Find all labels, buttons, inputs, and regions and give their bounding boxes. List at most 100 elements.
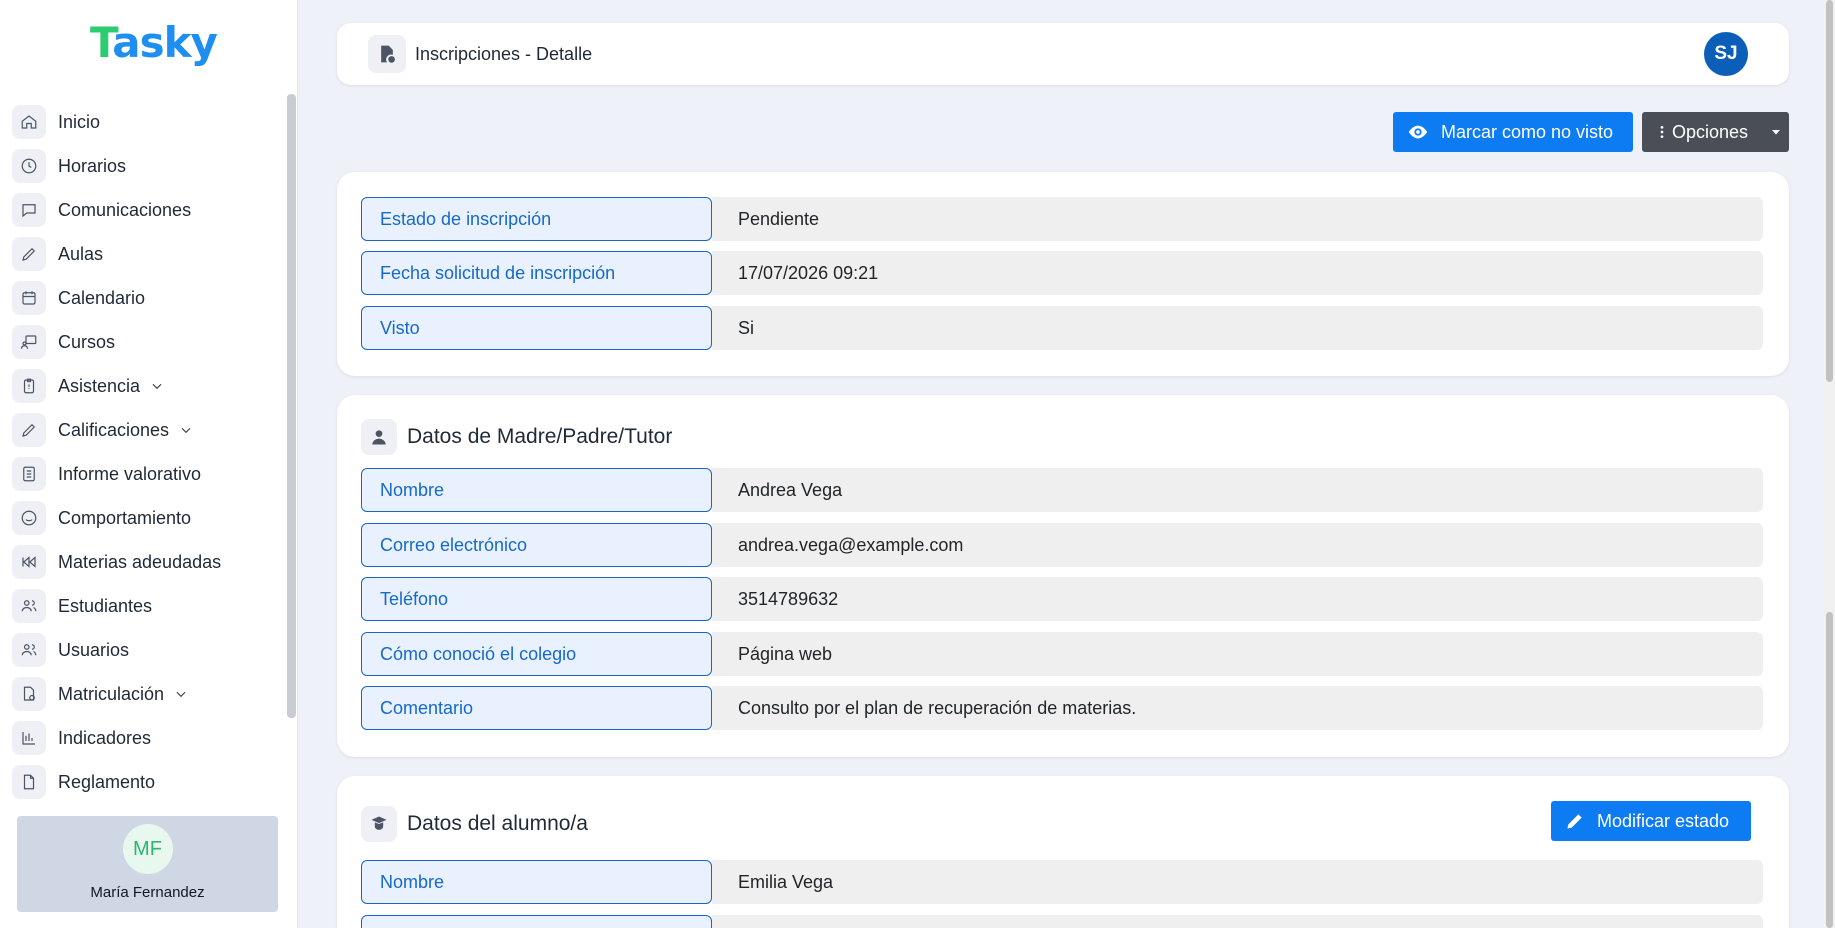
sidebar-item-estudiantes[interactable]: Estudiantes — [0, 584, 286, 628]
scrollbar-thumb[interactable] — [1826, 0, 1833, 382]
tasky-logo[interactable]: Tasky — [90, 18, 218, 67]
row-value: Emilia Vega — [712, 860, 1763, 904]
sidebar-item-inicio[interactable]: Inicio — [0, 100, 286, 144]
row-value: Andrea Vega — [712, 468, 1763, 512]
student-card: Datos del alumno/a Modificar estado Nomb… — [337, 776, 1789, 928]
sidebar-item-calificaciones[interactable]: Calificaciones — [0, 408, 286, 452]
row-label: Comentario — [361, 686, 712, 730]
row-label: Cómo conoció el colegio — [361, 632, 712, 676]
row-label: Correo electrónico — [361, 523, 712, 567]
section-title: Datos de Madre/Padre/Tutor — [407, 425, 673, 448]
row-value: andrea.vega@example.com — [712, 523, 1763, 567]
chat-icon — [12, 193, 46, 227]
detail-row: Fecha solicitud de inscripción 17/07/202… — [361, 251, 1763, 295]
sidebar-item-label: Aulas — [58, 243, 104, 264]
sidebar-item-label: Calificaciones — [58, 419, 170, 440]
detail-row: Teléfono 3514789632 — [361, 577, 1763, 621]
detail-row: Comentario Consulto por el plan de recup… — [361, 686, 1763, 730]
row-label: Estado de inscripción — [361, 197, 712, 241]
pencil-icon — [1567, 814, 1582, 829]
row-value: 3514789632 — [712, 577, 1763, 621]
home-icon — [12, 105, 46, 139]
sidebar-item-comunicaciones[interactable]: Comunicaciones — [0, 188, 286, 232]
scrollbar-thumb[interactable] — [1826, 612, 1833, 928]
sidebar-item-materias-adeudadas[interactable]: Materias adeudadas — [0, 540, 286, 584]
chevron-down-icon[interactable] — [150, 379, 164, 393]
smile-icon — [12, 501, 46, 535]
detail-row: Estado de inscripción Pendiente — [361, 197, 1763, 241]
row-label: Nombre — [361, 860, 712, 904]
sidebar-item-label: Informe valorativo — [58, 463, 202, 484]
clock-icon — [12, 149, 46, 183]
file-check-icon — [368, 35, 406, 73]
graduate-icon — [361, 806, 397, 842]
sidebar-item-label: Reglamento — [58, 771, 156, 792]
users-icon — [12, 633, 46, 667]
parent-card: Datos de Madre/Padre/Tutor Nombre Andrea… — [337, 395, 1789, 757]
row-value: Si — [712, 306, 1763, 350]
row-label: Teléfono — [361, 577, 712, 621]
sidebar-item-horarios[interactable]: Horarios — [0, 144, 286, 188]
row-label: Visto — [361, 306, 712, 350]
calendar-icon — [12, 281, 46, 315]
sidebar-item-label: Estudiantes — [58, 595, 153, 616]
sidebar-item-informe-valorativo[interactable]: Informe valorativo — [0, 452, 286, 496]
sidebar-item-comportamiento[interactable]: Comportamiento — [0, 496, 286, 540]
modify-status-label: Modificar estado — [1597, 810, 1730, 831]
sidebar-item-label: Indicadores — [58, 727, 152, 748]
row-label: Nombre — [361, 468, 712, 512]
presentation-icon — [12, 325, 46, 359]
chevron-down-icon[interactable] — [179, 423, 193, 437]
bar-chart-icon — [12, 721, 46, 755]
more-vertical-icon — [1660, 126, 1664, 138]
row-value — [712, 915, 1763, 928]
mark-unseen-button[interactable]: Marcar como no visto — [1393, 112, 1633, 152]
detail-row: Nombre Andrea Vega — [361, 468, 1763, 512]
header-bar: Inscripciones - Detalle SJ — [337, 23, 1789, 85]
section-title: Datos del alumno/a — [407, 812, 588, 835]
sidebar-item-label: Comportamiento — [58, 507, 192, 528]
sidebar-item-usuarios[interactable]: Usuarios — [0, 628, 286, 672]
caret-down-icon — [1772, 130, 1781, 135]
section-header: Datos de Madre/Padre/Tutor — [361, 419, 672, 455]
avatar[interactable]: SJ — [1704, 32, 1748, 76]
row-value: Página web — [712, 632, 1763, 676]
sidebar-item-cursos[interactable]: Cursos — [0, 320, 286, 364]
user-icon — [361, 419, 397, 455]
chevron-down-icon[interactable] — [174, 687, 188, 701]
logo-accent: T — [90, 18, 113, 67]
options-dropdown-button[interactable]: Opciones — [1642, 112, 1789, 152]
sidebar-item-reglamento[interactable]: Reglamento — [0, 760, 286, 804]
detail-row — [361, 915, 1763, 928]
row-label: Fecha solicitud de inscripción — [361, 251, 712, 295]
sidebar-scrollbar[interactable] — [287, 94, 296, 718]
sidebar-item-indicadores[interactable]: Indicadores — [0, 716, 286, 760]
users-icon — [12, 589, 46, 623]
sidebar-item-label: Materias adeudadas — [58, 551, 222, 572]
logo-rest: asky — [112, 18, 218, 67]
sidebar-item-aulas[interactable]: Aulas — [0, 232, 286, 276]
detail-row: Visto Si — [361, 306, 1763, 350]
sidebar-item-calendario[interactable]: Calendario — [0, 276, 286, 320]
document-icon — [12, 457, 46, 491]
sidebar-item-label: Inicio — [58, 111, 101, 132]
eye-icon — [1408, 125, 1428, 139]
sidebar-item-matriculacion[interactable]: Matriculación — [0, 672, 286, 716]
sidebar-item-label: Calendario — [58, 287, 146, 308]
modify-status-button[interactable]: Modificar estado — [1551, 801, 1751, 841]
sidebar-item-asistencia[interactable]: Asistencia — [0, 364, 286, 408]
mark-unseen-label: Marcar como no visto — [1441, 121, 1614, 142]
row-label — [361, 915, 712, 928]
row-value: 17/07/2026 09:21 — [712, 251, 1763, 295]
sidebar-item-label: Comunicaciones — [58, 199, 192, 220]
user-card[interactable]: MF María Fernandez — [17, 816, 278, 912]
file-icon — [12, 765, 46, 799]
page-scrollbar[interactable] — [1824, 0, 1835, 928]
detail-row: Cómo conoció el colegio Página web — [361, 632, 1763, 676]
pencil-icon — [12, 237, 46, 271]
sidebar-item-label: Matriculación — [58, 683, 165, 704]
breadcrumb: Inscripciones - Detalle — [415, 43, 593, 64]
sidebar-item-label: Usuarios — [58, 639, 130, 660]
avatar: MF — [122, 824, 173, 874]
row-value: Consulto por el plan de recuperación de … — [712, 686, 1763, 730]
